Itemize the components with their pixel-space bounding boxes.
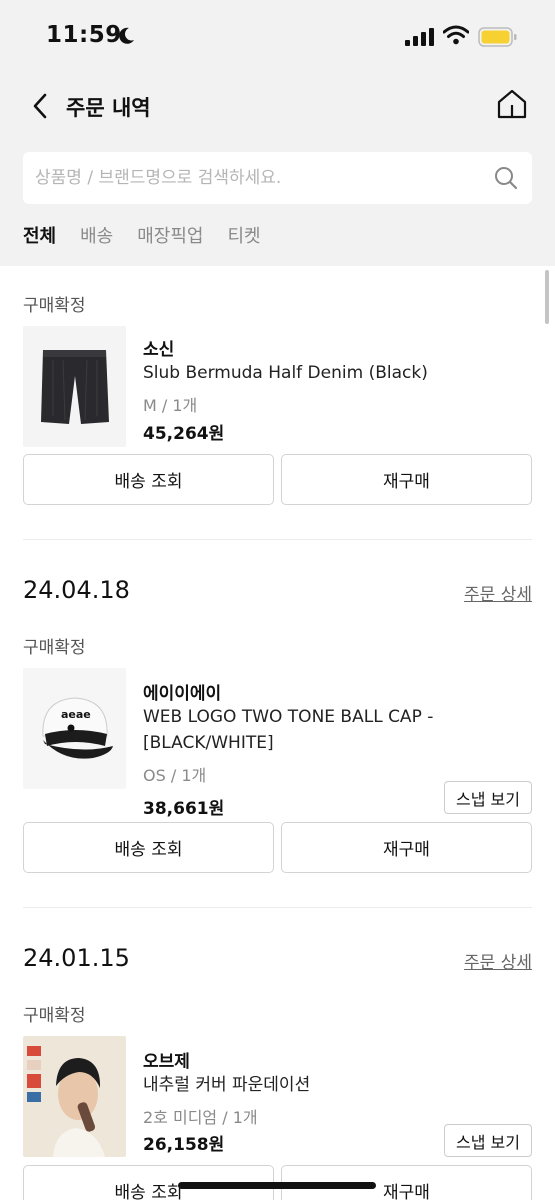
- order-date: 24.01.15: [23, 944, 130, 972]
- item-name[interactable]: 내추럴 커버 파운데이션: [143, 1072, 473, 1098]
- battery-icon: [478, 27, 517, 47]
- status-time: 11:59: [46, 22, 122, 48]
- divider: [23, 539, 532, 540]
- item-brand: 에이이에이: [143, 684, 222, 704]
- item-price: 38,661원: [143, 799, 225, 819]
- item-option: M / 1개: [143, 396, 198, 415]
- item-price: 45,264원: [143, 424, 225, 444]
- item-brand: 오브제: [143, 1052, 190, 1072]
- snap-view-button[interactable]: 스냅 보기: [444, 1124, 532, 1157]
- order-status: 구매확정: [23, 638, 86, 658]
- order-status: 구매확정: [23, 1006, 86, 1026]
- tab-bar: 전체 배송 매장픽업 티켓: [23, 222, 261, 248]
- track-delivery-button[interactable]: 배송 조회: [23, 822, 274, 873]
- order-status: 구매확정: [23, 296, 86, 316]
- product-image-foundation[interactable]: [23, 1036, 126, 1157]
- status-bar: 11:59: [0, 0, 555, 70]
- item-price: 26,158원: [143, 1135, 225, 1155]
- item-brand: 소신: [143, 340, 175, 360]
- header: 주문 내역 전체 배송 매장픽업 티켓: [0, 70, 555, 266]
- reorder-button[interactable]: 재구매: [281, 454, 532, 505]
- reorder-button[interactable]: 재구매: [281, 822, 532, 873]
- item-option: OS / 1개: [143, 766, 207, 785]
- order-detail-link[interactable]: 주문 상세: [464, 580, 532, 605]
- item-option: 2호 미디엄 / 1개: [143, 1108, 258, 1127]
- order-list: 구매확정 소신 Slub Bermuda Half Denim (Black) …: [0, 266, 555, 1200]
- product-image-shorts[interactable]: [23, 326, 126, 447]
- home-icon[interactable]: [496, 88, 528, 120]
- search-box: [23, 152, 532, 204]
- divider: [23, 907, 532, 908]
- moon-icon: [119, 27, 134, 44]
- tab-ticket[interactable]: 티켓: [228, 222, 261, 248]
- cap-logo-text: aeae: [61, 708, 91, 721]
- tab-delivery[interactable]: 배송: [80, 222, 113, 248]
- product-image-cap[interactable]: aeae: [23, 668, 126, 789]
- home-indicator[interactable]: [178, 1182, 376, 1189]
- item-name[interactable]: WEB LOGO TWO TONE BALL CAP - [BLACK/WHIT…: [143, 704, 473, 756]
- search-icon[interactable]: [493, 165, 519, 191]
- chevron-left-icon[interactable]: [30, 92, 52, 120]
- snap-view-button[interactable]: 스냅 보기: [444, 781, 532, 814]
- wifi-icon: [443, 25, 469, 45]
- tab-all[interactable]: 전체: [23, 222, 56, 248]
- signal-icon: [405, 28, 434, 46]
- track-delivery-button[interactable]: 배송 조회: [23, 454, 274, 505]
- scrollbar[interactable]: [545, 270, 549, 324]
- item-name[interactable]: Slub Bermuda Half Denim (Black): [143, 360, 473, 386]
- tab-store-pickup[interactable]: 매장픽업: [137, 222, 203, 248]
- page-title: 주문 내역: [66, 96, 151, 120]
- order-detail-link[interactable]: 주문 상세: [464, 948, 532, 973]
- order-date: 24.04.18: [23, 576, 130, 604]
- search-input[interactable]: [35, 164, 475, 192]
